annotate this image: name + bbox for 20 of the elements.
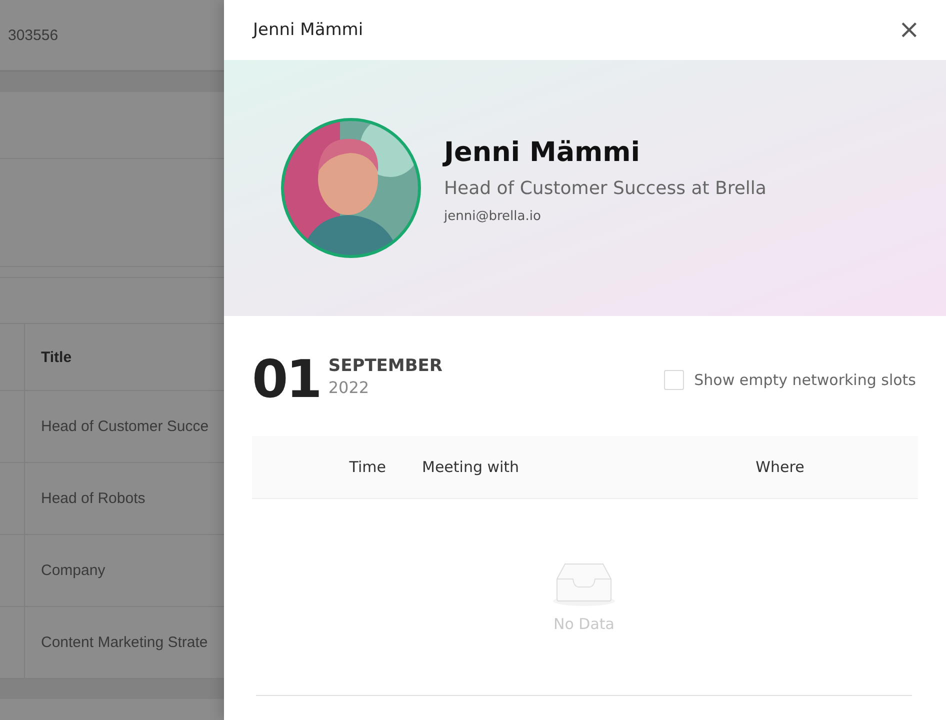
day-number: 01	[252, 354, 320, 406]
year: 2022	[328, 378, 370, 397]
table-cell: Company	[41, 562, 106, 579]
job-title: Head of Customer Success at Brella	[444, 178, 766, 198]
table-cell: Head of Customer Succe	[41, 418, 209, 435]
drawer-title: Jenni Mämmi	[253, 20, 364, 40]
id-value: 303556	[8, 26, 58, 44]
close-button[interactable]: ×	[898, 17, 920, 43]
empty-inbox-icon	[551, 561, 617, 607]
column-header: Time	[349, 458, 387, 476]
profile-name: Jenni Mämmi	[444, 136, 642, 168]
email: jenni@brella.io	[444, 208, 542, 224]
checkbox-label: Show empty networking slots	[694, 371, 916, 389]
table-cell: Head of Robots	[41, 490, 146, 507]
column-header: Title	[41, 348, 72, 366]
column-header: Where	[756, 458, 804, 476]
table-cell: Content Marketing Strate	[41, 634, 208, 651]
checkbox[interactable]	[664, 370, 684, 390]
column-header: Meeting with	[422, 458, 520, 476]
month: SEPTEMBER	[328, 356, 442, 376]
